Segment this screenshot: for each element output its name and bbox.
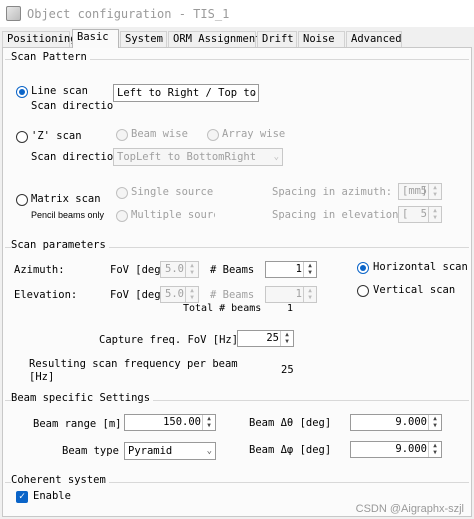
- coherent-title: Coherent system: [11, 474, 109, 486]
- beam-range-stepper[interactable]: 150.00 ▲ ▼: [124, 414, 216, 431]
- total-beams-value: 1: [287, 303, 294, 314]
- beam-dtheta-stepper[interactable]: 9.000 ▲ ▼: [350, 414, 442, 431]
- z-scan-direction-value: TopLeft to BottomRight: [117, 151, 257, 163]
- spacing-azimuth-label: Spacing in azimuth:: [272, 186, 393, 198]
- beam-range-label: Beam range [m]: [33, 418, 122, 430]
- spin-arrows-icon: ▲ ▼: [202, 415, 215, 430]
- vertical-scan-radio[interactable]: [357, 285, 369, 297]
- app-icon: [6, 6, 21, 21]
- tab-positioning[interactable]: Positioning: [2, 31, 77, 47]
- tab-drift[interactable]: Drift: [257, 31, 297, 47]
- azimuth-beams-value: 1: [295, 263, 302, 275]
- checkmark-icon: ✓: [18, 491, 26, 502]
- z-scan-direction-label: Scan directio: [31, 151, 114, 163]
- line-scan-direction-select[interactable]: Left to Right / Top to ⌄: [113, 84, 259, 102]
- beam-settings-title: Beam specific Settings: [11, 392, 154, 404]
- single-source-radio[interactable]: [116, 187, 128, 199]
- spin-arrows-icon: ▲ ▼: [280, 331, 293, 346]
- resulting-freq-value: 25: [281, 364, 294, 376]
- beam-dphi-value: 9.000: [395, 443, 427, 455]
- scan-parameters-title: Scan parameters: [11, 239, 109, 251]
- matrix-scan-label: Matrix scan: [31, 193, 101, 205]
- spin-arrows-icon: ▲ ▼: [303, 287, 316, 302]
- tab-system[interactable]: System: [120, 31, 167, 47]
- resulting-freq-unit: [Hz]: [29, 371, 55, 383]
- horizontal-scan-radio[interactable]: [357, 262, 369, 274]
- single-source-label: Single source: [131, 186, 214, 198]
- azimuth-fov-label: FoV [deg]: [110, 264, 167, 276]
- z-scan-direction-select[interactable]: TopLeft to BottomRight ⌄: [113, 148, 283, 166]
- spin-arrows-icon: ▲ ▼: [185, 262, 198, 277]
- spin-arrows-icon: ▲ ▼: [428, 415, 441, 430]
- spin-arrows-icon: ▲ ▼: [185, 287, 198, 302]
- spacing-azimuth-unit: [mm]: [402, 185, 428, 197]
- scan-pattern-title: Scan Pattern: [11, 51, 90, 63]
- z-scan-radio[interactable]: [16, 131, 28, 143]
- z-scan-label: 'Z' scan: [31, 130, 82, 142]
- multiple-source-label: Multiple source: [131, 209, 215, 221]
- spacing-elevation-value: 5: [420, 208, 427, 220]
- spacing-azimuth-stepper[interactable]: [mm] 5 ▲ ▼: [398, 183, 442, 200]
- beam-wise-radio[interactable]: [116, 129, 128, 141]
- beam-range-value: 150.00: [163, 416, 201, 428]
- elevation-beams-stepper[interactable]: 1 ▲ ▼: [265, 286, 317, 303]
- beam-dtheta-label: Beam Δθ [deg]: [249, 417, 332, 429]
- tab-strip: Positioning Basic System ORM Assignment …: [0, 29, 474, 48]
- spin-arrows-icon: ▲ ▼: [428, 207, 441, 222]
- matrix-scan-radio[interactable]: [16, 194, 28, 206]
- beam-dphi-stepper[interactable]: 9.000 ▲ ▼: [350, 441, 442, 458]
- enable-label: Enable: [33, 490, 71, 502]
- azimuth-label: Azimuth:: [14, 264, 65, 276]
- matrix-scan-sublabel: Pencil beams only: [31, 210, 105, 220]
- capture-freq-label: Capture freq. FoV [Hz]: [99, 334, 239, 346]
- azimuth-fov-value: 5.0: [165, 263, 184, 275]
- title-bar: Object configuration - TIS_1: [0, 0, 474, 27]
- chevron-down-icon: ⌄: [206, 446, 212, 456]
- total-beams-label: Total # beams: [183, 303, 262, 314]
- beam-wise-label: Beam wise: [131, 128, 188, 140]
- azimuth-beams-label: # Beams: [210, 264, 255, 276]
- resulting-freq-label: Resulting scan frequency per beam: [29, 358, 238, 370]
- window-title: Object configuration - TIS_1: [27, 7, 230, 21]
- beam-type-label: Beam type: [62, 445, 119, 457]
- array-wise-radio[interactable]: [207, 129, 219, 141]
- spacing-elevation-unit: [: [402, 208, 409, 220]
- tab-orm-assignment[interactable]: ORM Assignment: [168, 31, 262, 47]
- tab-noise[interactable]: Noise: [298, 31, 345, 47]
- capture-freq-value: 25: [266, 332, 279, 344]
- line-scan-label: Line scan: [31, 85, 88, 97]
- line-scan-direction-value: Left to Right / Top to: [117, 87, 257, 99]
- horizontal-scan-label: Horizontal scan: [373, 261, 468, 273]
- elevation-fov-label: FoV [deg]: [110, 289, 167, 301]
- chevron-down-icon: ⌄: [249, 88, 255, 98]
- beam-dphi-label: Beam Δφ [deg]: [249, 444, 332, 456]
- elevation-beams-label: # Beams: [210, 289, 255, 301]
- line-scan-direction-label: Scan directio: [31, 100, 114, 112]
- elevation-label: Elevation:: [14, 289, 78, 301]
- beam-type-select[interactable]: Pyramid ⌄: [124, 442, 216, 460]
- multiple-source-radio[interactable]: [116, 210, 128, 222]
- array-wise-label: Array wise: [222, 128, 286, 140]
- watermark: CSDN @Aigraphx-szjl: [355, 503, 464, 515]
- tab-advanced[interactable]: Advanced: [346, 31, 402, 47]
- elevation-beams-value: 1: [295, 288, 302, 300]
- spacing-elevation-stepper[interactable]: [ 5 ▲ ▼: [398, 206, 442, 223]
- elevation-fov-stepper[interactable]: 5.0 ▲ ▼: [160, 286, 199, 303]
- spacing-elevation-label: Spacing in elevation:: [272, 209, 405, 221]
- spin-arrows-icon: ▲ ▼: [428, 184, 441, 199]
- enable-checkbox[interactable]: ✓: [16, 491, 28, 503]
- azimuth-beams-stepper[interactable]: 1 ▲ ▼: [265, 261, 317, 278]
- tab-basic[interactable]: Basic: [72, 29, 119, 48]
- azimuth-fov-stepper[interactable]: 5.0 ▲ ▼: [160, 261, 199, 278]
- vertical-scan-label: Vertical scan: [373, 284, 456, 296]
- spin-arrows-icon: ▲ ▼: [303, 262, 316, 277]
- chevron-down-icon: ⌄: [273, 152, 279, 162]
- elevation-fov-value: 5.0: [165, 288, 184, 300]
- beam-dtheta-value: 9.000: [395, 416, 427, 428]
- capture-freq-stepper[interactable]: 25 ▲ ▼: [237, 330, 294, 347]
- spin-arrows-icon: ▲ ▼: [428, 442, 441, 457]
- line-scan-radio[interactable]: [16, 86, 28, 98]
- beam-type-value: Pyramid: [128, 445, 173, 457]
